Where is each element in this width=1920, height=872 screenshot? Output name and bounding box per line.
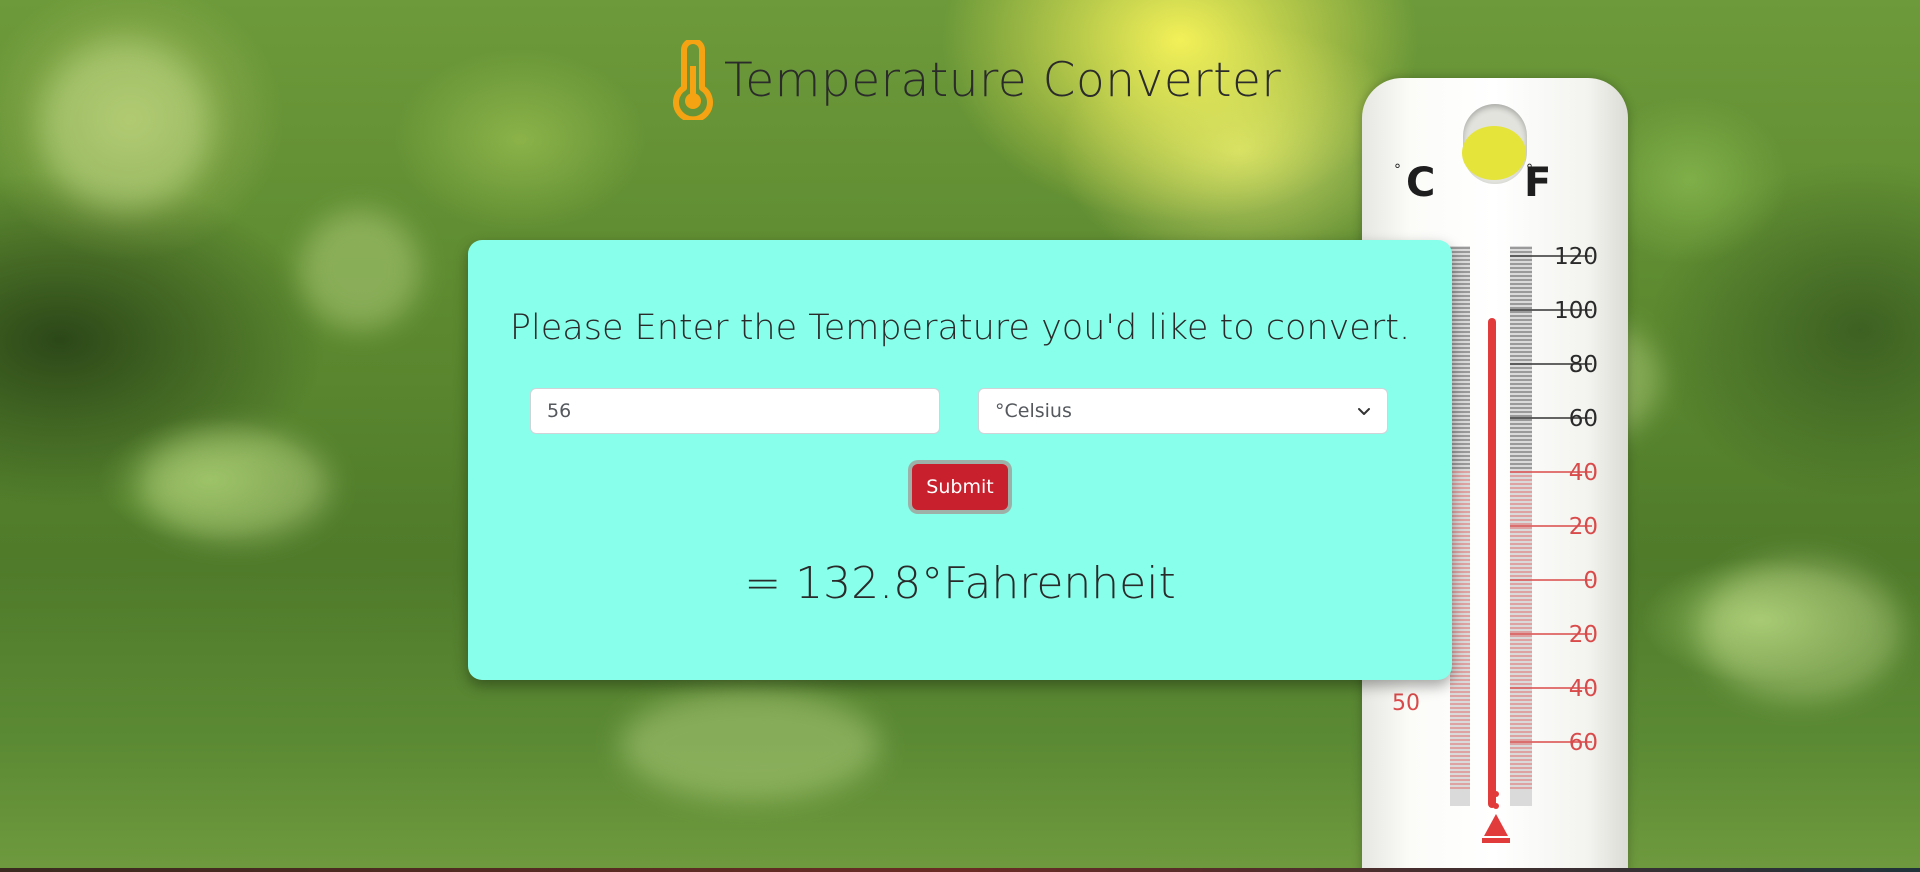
background-bokeh <box>40 40 210 210</box>
conversion-result: = 132.8°Fahrenheit <box>744 558 1176 609</box>
fahrenheit-tick-label: 80 <box>1569 352 1598 378</box>
celsius-tick-label: 50 <box>1392 691 1420 716</box>
background-bokeh <box>300 210 420 330</box>
fahrenheit-tick-label: 60 <box>1569 406 1598 432</box>
converter-card: Please Enter the Temperature you'd like … <box>468 240 1452 680</box>
svg-text:°: ° <box>1394 162 1401 178</box>
background-bokeh <box>1700 560 1900 700</box>
page-background: C ° F ° 120 100 80 60 40 20 0 20 40 60 50 Tempera… <box>0 0 1920 872</box>
svg-text:°: ° <box>1526 162 1533 178</box>
app-header: Temperature Converter <box>672 40 1281 120</box>
thermometer-icon <box>673 40 713 120</box>
unit-select[interactable]: °Celsius <box>978 388 1388 434</box>
thermometer-liquid <box>1488 318 1496 808</box>
background-bokeh <box>620 690 880 800</box>
fahrenheit-tick-label: 40 <box>1569 676 1598 702</box>
fahrenheit-tick-label: 100 <box>1554 298 1598 324</box>
fahrenheit-tick-label: 120 <box>1554 244 1598 270</box>
converter-prompt: Please Enter the Temperature you'd like … <box>509 308 1411 348</box>
submit-button[interactable]: Submit <box>912 464 1008 510</box>
fahrenheit-tick-label: 40 <box>1569 460 1598 486</box>
bottom-edge-strip <box>0 868 1920 872</box>
thermometer-bulb-icon <box>1482 791 1510 843</box>
fahrenheit-tick-label: 60 <box>1569 730 1598 756</box>
temperature-input[interactable] <box>530 388 940 434</box>
fahrenheit-tick-label: 0 <box>1583 568 1598 594</box>
celsius-label: C <box>1406 160 1435 206</box>
unit-select-value: °Celsius <box>995 400 1072 422</box>
fahrenheit-tick-label: 20 <box>1569 622 1598 648</box>
background-bokeh <box>140 430 330 540</box>
chevron-down-icon <box>1358 408 1370 415</box>
fahrenheit-tick-label: 20 <box>1569 514 1598 540</box>
page-title: Temperature Converter <box>724 52 1282 108</box>
